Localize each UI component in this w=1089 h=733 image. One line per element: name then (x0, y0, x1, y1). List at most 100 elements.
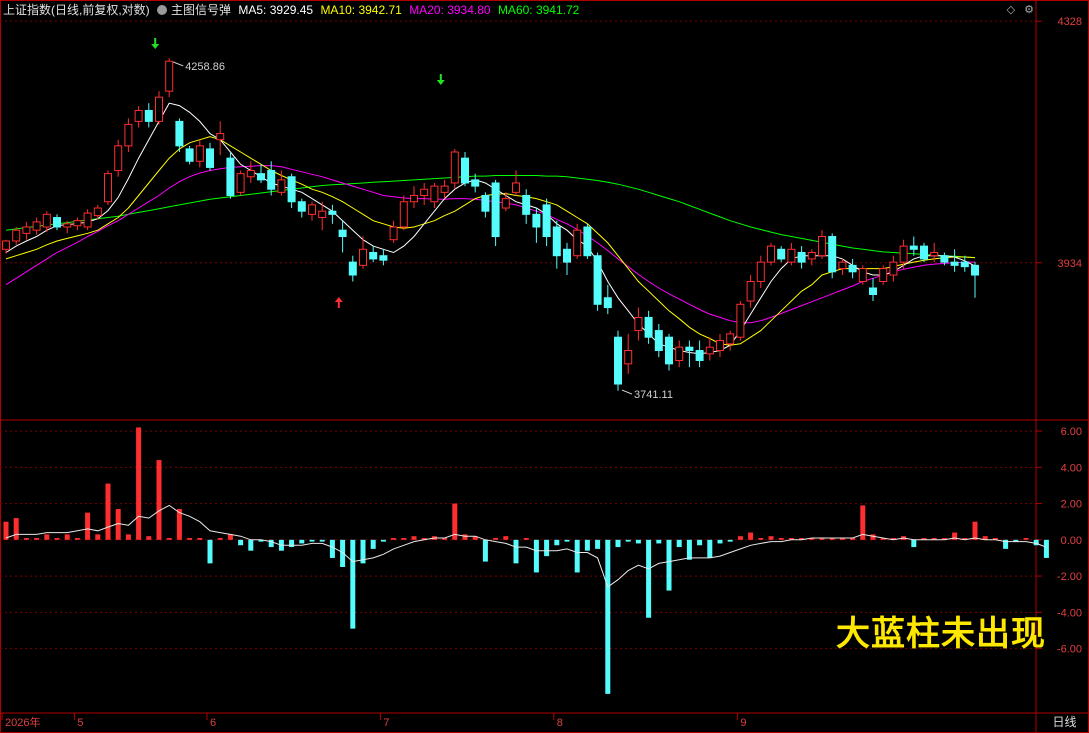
candle-down (654, 330, 663, 351)
sub-bar-up (187, 538, 193, 540)
candle-up (93, 207, 102, 217)
sub-tick-label: -6.00 (1057, 644, 1082, 656)
period-label[interactable]: 日线 (1040, 712, 1089, 733)
sub-bar-up (401, 538, 407, 540)
sub-bar-up (870, 534, 876, 540)
sell-signal-arrow (151, 38, 160, 49)
candle-down (777, 248, 786, 260)
candle-down (960, 261, 969, 268)
sub-bar-down (370, 539, 376, 549)
candle-down (532, 213, 541, 228)
sub-bar-down (513, 539, 519, 564)
sub-bar-up (391, 538, 397, 540)
sub-bar-up (74, 538, 80, 540)
candle-up (838, 261, 847, 270)
candle-down (53, 216, 61, 228)
sub-bar-down (329, 539, 335, 558)
candle-up (430, 185, 439, 203)
sub-bar-up (146, 536, 152, 540)
candle-down (144, 109, 153, 122)
candle-up (450, 151, 459, 184)
sub-tick-label: 0.00 (1061, 535, 1082, 547)
candle-up (410, 194, 418, 203)
candle-down (267, 170, 276, 190)
candle-up (246, 170, 255, 178)
candle-down (869, 287, 877, 296)
candle-down (491, 182, 500, 238)
candle-up (32, 221, 41, 231)
sub-bar-up (1023, 538, 1029, 540)
chart-window: 上证指数(日线,前复权,对数) 主图信号弹 MA5: 3929.45 MA10:… (0, 0, 1089, 733)
sub-bar-down (646, 539, 652, 618)
candle-down (257, 173, 265, 181)
time-tick-label: 7 (383, 717, 389, 729)
sub-bar-down (911, 539, 917, 548)
candle-up (155, 96, 163, 122)
time-tick-label: 9 (740, 717, 746, 729)
high-pointer (173, 61, 184, 67)
sub-bar-up (493, 538, 499, 540)
sub-bar-up (136, 427, 142, 540)
time-tick-label: 5 (77, 717, 83, 729)
candle-up (879, 268, 888, 283)
candle-up (165, 60, 174, 92)
candle-up (746, 281, 755, 302)
sub-bar-down (350, 539, 356, 629)
candle-up (318, 210, 327, 218)
candle-down (461, 157, 469, 184)
sub-bar-down (717, 539, 723, 544)
high-price-label: 4258.86 (185, 61, 225, 73)
sub-bar-down (727, 539, 733, 542)
sub-bar-down (289, 539, 295, 548)
sub-bar-up (768, 536, 774, 540)
candle-down (909, 245, 918, 250)
low-pointer (621, 389, 633, 395)
sub-bar-down (605, 539, 611, 694)
candle-down (369, 252, 378, 260)
candle-up (420, 188, 429, 196)
sub-bar-up (462, 534, 468, 540)
candle-down (828, 236, 837, 273)
sub-bar-down (1043, 539, 1049, 558)
sub-tick-label: 2.00 (1061, 499, 1082, 511)
sub-bar-down (299, 539, 305, 544)
candle-down (297, 201, 306, 212)
candle-up (389, 226, 398, 241)
sub-bar-down (686, 539, 692, 560)
sub-bar-up (125, 534, 131, 540)
candle-up (42, 213, 51, 228)
candle-down (563, 248, 571, 263)
candle-up (705, 346, 714, 355)
candle-up (624, 349, 633, 365)
candle-up (399, 201, 408, 228)
candle-up (124, 123, 133, 147)
sub-bar-up (166, 538, 172, 540)
candle-down (695, 349, 704, 362)
sub-bar-up (105, 483, 111, 540)
candle-down (328, 210, 337, 215)
sub-bar-down (697, 539, 703, 546)
sub-tick-label: -2.00 (1057, 571, 1082, 583)
time-tick-label: 2026年 (5, 715, 40, 729)
candle-up (83, 212, 92, 228)
candle-down (848, 264, 857, 273)
sub-bar-up (13, 518, 19, 540)
candle-up (756, 261, 765, 283)
sub-bar-down (309, 539, 315, 542)
candle-up (134, 109, 143, 122)
candle-down (603, 297, 612, 309)
sub-bar-up (23, 538, 29, 540)
candle-down (593, 255, 602, 305)
candle-up (63, 223, 72, 228)
sub-signal-line (5, 504, 1047, 588)
sub-bar-down (544, 539, 550, 557)
sub-bar-up (64, 534, 70, 540)
candle-up (440, 185, 449, 193)
sub-tick-label: -4.00 (1057, 607, 1082, 619)
sub-bar-up (411, 536, 417, 540)
sub-bar-down (656, 539, 662, 544)
sub-bar-down (533, 539, 539, 573)
sub-bar-down (207, 539, 213, 564)
candle-down (185, 148, 194, 162)
price-tick-label: 4328 (1058, 16, 1082, 28)
